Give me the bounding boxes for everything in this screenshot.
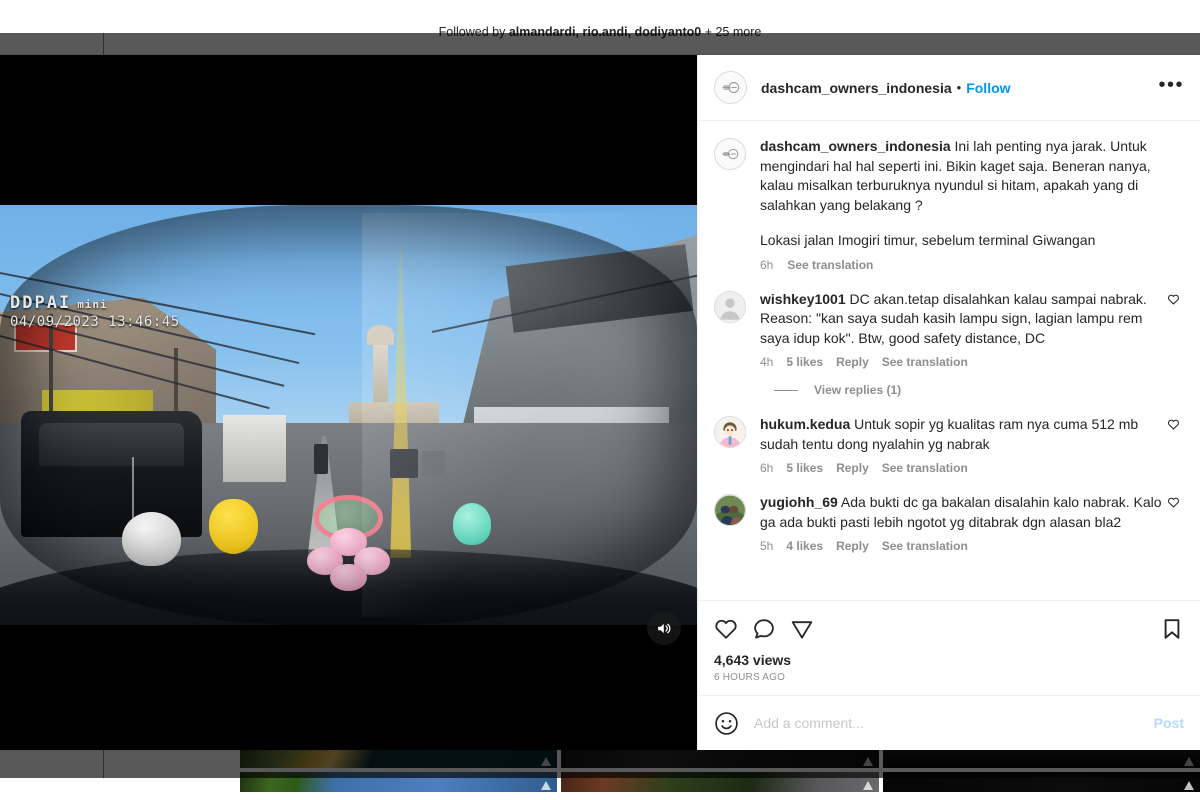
view-replies-line <box>774 389 798 391</box>
reel-marker-icon <box>541 781 552 790</box>
comment-time: 5h <box>760 539 774 553</box>
video-motorbike <box>313 444 328 474</box>
dashcam-brand: DDPAI mini <box>10 293 180 313</box>
bookmark-icon[interactable] <box>1160 617 1184 641</box>
comment-composer: Post <box>698 695 1200 750</box>
more-options-icon[interactable]: ••• <box>1158 75 1184 96</box>
caption-author-avatar[interactable] <box>714 138 746 170</box>
header-separator: • <box>956 80 962 95</box>
post-sidebar: dashcam_owners_indonesia • Follow ••• da… <box>697 55 1200 750</box>
commenter-avatar[interactable] <box>714 494 746 526</box>
emoji-smiley-icon[interactable] <box>714 711 740 736</box>
share-paper-plane-icon[interactable] <box>790 617 814 641</box>
comment-like-icon[interactable] <box>1162 493 1184 553</box>
comment-see-translation[interactable]: See translation <box>882 355 968 369</box>
comment-item: yugiohh_69 Ada bukti dc ga bakalan disal… <box>714 493 1184 553</box>
post-comment-button[interactable]: Post <box>1154 715 1184 731</box>
commenter-avatar[interactable] <box>714 416 746 448</box>
commenter-username[interactable]: hukum.kedua <box>760 416 850 432</box>
post-header: dashcam_owners_indonesia • Follow ••• <box>698 55 1200 121</box>
comment-meta: 4h 5 likes Reply See translation <box>760 355 1162 369</box>
comment-bubble-icon[interactable] <box>752 617 776 641</box>
post-action-bar: 4,643 views 6 HOURS AGO <box>698 600 1200 695</box>
post-modal-dialog: DDPAI mini 04/09/2023 13:46:45 dashcam_o… <box>0 55 1200 750</box>
flower-petal <box>330 563 367 592</box>
video-black-car-ahead <box>20 410 203 537</box>
dashcam-brand-name: DDPAI <box>10 293 72 313</box>
caption-meta: 6h See translation <box>760 258 1184 272</box>
dashcam-model: mini <box>77 298 108 311</box>
comment-text: wishkey1001 DC akan.tetap disalahkan kal… <box>760 290 1162 349</box>
reel-marker-icon <box>1184 781 1194 790</box>
comment-like-icon[interactable] <box>1162 290 1184 370</box>
dashcam-watermark: DDPAI mini 04/09/2023 13:46:45 <box>10 293 180 330</box>
comment-text: hukum.kedua Untuk sopir yg kualitas ram … <box>760 415 1162 454</box>
charm-pink-flower <box>306 528 391 592</box>
comment-reply-button[interactable]: Reply <box>836 539 869 553</box>
caption-text: dashcam_owners_indonesia Ini lah penting… <box>760 137 1184 215</box>
commenter-avatar[interactable] <box>714 290 746 323</box>
comment-meta: 5h 4 likes Reply See translation <box>760 539 1162 553</box>
follow-button[interactable]: Follow <box>966 80 1010 96</box>
charm-yellow-plush <box>209 499 258 554</box>
comment-input[interactable] <box>754 715 1154 731</box>
comment-reply-button[interactable]: Reply <box>836 461 869 475</box>
comment-item: hukum.kedua Untuk sopir yg kualitas ram … <box>714 415 1184 475</box>
comment-time: 4h <box>760 355 774 369</box>
commenter-username[interactable]: yugiohh_69 <box>760 494 838 510</box>
comment-likes[interactable]: 5 likes <box>786 355 823 369</box>
video-distant-vehicle <box>421 450 446 476</box>
comment-likes[interactable]: 5 likes <box>786 461 823 475</box>
dashcam-timestamp: 04/09/2023 13:46:45 <box>10 314 180 330</box>
video-distant-vehicle <box>390 448 419 478</box>
post-media-panel[interactable]: DDPAI mini 04/09/2023 13:46:45 <box>0 55 697 750</box>
dashcam-owners-logo-avatar[interactable] <box>714 71 747 104</box>
view-count: 4,643 views <box>714 652 792 668</box>
caption-see-translation[interactable]: See translation <box>787 258 873 272</box>
charm-teal-plush <box>453 503 492 546</box>
comment-reply-button[interactable]: Reply <box>836 355 869 369</box>
comment-like-icon[interactable] <box>1162 415 1184 475</box>
comment-meta: 6h 5 likes Reply See translation <box>760 461 1162 475</box>
comment-likes[interactable]: 4 likes <box>786 539 823 553</box>
reel-marker-icon <box>862 781 873 790</box>
caption-paragraph-2: Lokasi jalan Imogiri timur, sebelum term… <box>760 232 1096 248</box>
video-white-truck <box>223 415 286 483</box>
comment-see-translation[interactable]: See translation <box>882 539 968 553</box>
video-left-banner <box>41 389 154 411</box>
dashcam-video[interactable] <box>0 205 697 625</box>
post-action-icons <box>714 611 1184 647</box>
comments-list[interactable]: dashcam_owners_indonesia Ini lah penting… <box>698 121 1200 600</box>
view-replies-label: View replies (1) <box>814 383 902 397</box>
post-timestamp: 6 HOURS AGO <box>714 672 786 683</box>
comment-item: wishkey1001 DC akan.tetap disalahkan kal… <box>714 290 1184 370</box>
volume-on-icon[interactable] <box>647 611 681 645</box>
comment-time: 6h <box>760 461 774 475</box>
post-author-username[interactable]: dashcam_owners_indonesia <box>761 80 952 96</box>
post-caption: dashcam_owners_indonesia Ini lah penting… <box>714 137 1184 272</box>
commenter-username[interactable]: wishkey1001 <box>760 291 846 307</box>
comment-see-translation[interactable]: See translation <box>882 461 968 475</box>
caption-time: 6h <box>760 257 774 272</box>
heart-icon[interactable] <box>714 617 738 641</box>
caption-username[interactable]: dashcam_owners_indonesia <box>760 138 951 154</box>
comment-text: yugiohh_69 Ada bukti dc ga bakalan disal… <box>760 493 1162 532</box>
view-replies-button[interactable]: View replies (1) <box>774 383 1184 397</box>
charm-white-plush <box>121 511 182 567</box>
